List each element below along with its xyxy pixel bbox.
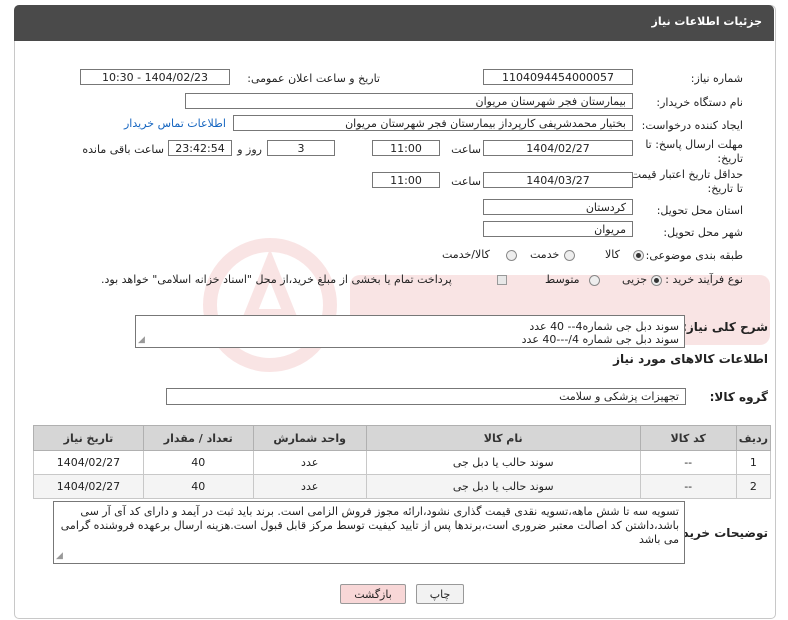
column-header-unit: واحد شمارش: [252, 425, 367, 451]
payment-note: پرداخت تمام یا بخشی از مبلغ خرید،از محل …: [101, 273, 452, 286]
goods-section-title: اطلاعات کالاهای مورد نیاز: [613, 352, 768, 366]
need-number-label: شماره نیاز:: [690, 72, 743, 85]
buyer-notes-text: تسویه سه تا شش ماهه،تسویه نقدی قیمت گذار…: [60, 505, 679, 546]
goods-table: ردیف کد کالا نام کالا واحد شمارش تعداد /…: [33, 425, 772, 499]
description-textarea[interactable]: سوند دبل جی شماره4-- 40 عدد سوند دبل جی …: [135, 315, 685, 348]
city-field: مریوان: [483, 221, 633, 237]
row-qty: 40: [142, 474, 254, 499]
row-date: 1404/02/27: [33, 450, 144, 475]
process-option-medium: متوسط: [545, 273, 580, 286]
need-number-field: 1104094454000057: [483, 69, 633, 85]
row-date: 1404/02/27: [33, 474, 144, 499]
deadline-label-2: تاریخ:: [717, 152, 743, 165]
deadline-time-label: ساعت: [451, 143, 481, 156]
remaining-label: ساعت باقی مانده: [82, 143, 164, 156]
announce-field: 1404/02/23 - 10:30: [80, 69, 230, 85]
deadline-time-field: 11:00: [372, 140, 440, 156]
back-button[interactable]: بازگشت: [340, 584, 406, 604]
row-index: 1: [735, 450, 772, 475]
province-label: استان محل تحویل:: [656, 204, 743, 217]
process-radio-medium[interactable]: [589, 275, 600, 286]
goods-group-field: تجهیزات پزشکی و سلامت: [166, 388, 686, 405]
category-option-goods-service: کالا/خدمت: [442, 248, 490, 261]
panel-header: جزئیات اطلاعات نیاز: [14, 5, 774, 41]
row-qty: 40: [142, 450, 254, 475]
process-radio-minor[interactable]: [651, 275, 662, 286]
goods-table-header: ردیف کد کالا نام کالا واحد شمارش تعداد /…: [33, 425, 772, 451]
print-button[interactable]: چاپ: [416, 584, 464, 604]
table-row: 2 -- سوند حالب یا دبل جی عدد 40 1404/02/…: [33, 474, 772, 499]
page-title: جزئیات اطلاعات نیاز: [651, 15, 763, 28]
column-header-qty: تعداد / مقدار: [142, 425, 254, 451]
days-field: 3: [267, 140, 335, 156]
goods-group-label: گروه کالا:: [709, 390, 768, 404]
row-unit: عدد: [252, 474, 367, 499]
column-header-name: نام کالا: [365, 425, 641, 451]
column-header-code: کد کالا: [639, 425, 737, 451]
resize-handle-icon[interactable]: ◢: [56, 552, 63, 561]
deadline-label-1: مهلت ارسال پاسخ: تا: [645, 138, 743, 151]
row-code: --: [639, 450, 737, 475]
category-label: طبقه بندی موضوعی:: [645, 249, 743, 262]
process-option-minor: جزیی: [622, 273, 648, 286]
validity-time-label: ساعت: [451, 175, 481, 188]
description-label: شرح کلی نیاز:: [682, 320, 768, 334]
row-name: سوند حالب یا دبل جی: [365, 450, 641, 475]
province-field: کردستان: [483, 199, 633, 215]
row-code: --: [639, 474, 737, 499]
announce-label: تاریخ و ساعت اعلان عمومی:: [247, 72, 380, 85]
table-row: 1 -- سوند حالب یا دبل جی عدد 40 1404/02/…: [33, 450, 772, 475]
category-radio-goods-service[interactable]: [506, 250, 517, 261]
creator-field: بختیار محمدشریفی کارپرداز بیمارستان فجر …: [233, 115, 633, 131]
column-header-date: تاریخ نیاز: [33, 425, 144, 451]
category-radio-service[interactable]: [564, 250, 575, 261]
city-label: شهر محل تحویل:: [663, 226, 743, 239]
validity-time-field: 11:00: [372, 172, 440, 188]
remaining-time-field: 23:42:54: [168, 140, 232, 156]
description-line-2: سوند دبل جی شماره 4/---40 عدد: [521, 333, 679, 346]
column-header-row: ردیف: [735, 425, 772, 451]
resize-handle-icon[interactable]: ◢: [138, 336, 145, 345]
days-label: روز و: [237, 143, 262, 156]
treasury-checkbox[interactable]: [497, 275, 507, 285]
creator-label: ایجاد کننده درخواست:: [641, 119, 743, 132]
row-name: سوند حالب یا دبل جی: [365, 474, 641, 499]
validity-label-2: تا تاریخ:: [707, 182, 743, 195]
deadline-date-field: 1404/02/27: [483, 140, 633, 156]
validity-label-1: حداقل تاریخ اعتبار قیمت:: [627, 168, 743, 181]
description-line-1: سوند دبل جی شماره4-- 40 عدد: [529, 320, 679, 333]
process-label: نوع فرآیند خرید :: [665, 273, 743, 286]
buyer-org-label: نام دستگاه خریدار:: [656, 96, 743, 109]
buyer-org-field: بیمارستان فجر شهرستان مریوان: [185, 93, 633, 109]
row-index: 2: [735, 474, 772, 499]
category-option-goods: کالا: [605, 248, 620, 261]
validity-date-field: 1404/03/27: [483, 172, 633, 188]
row-unit: عدد: [252, 450, 367, 475]
category-radio-goods[interactable]: [633, 250, 644, 261]
buyer-notes-textarea[interactable]: تسویه سه تا شش ماهه،تسویه نقدی قیمت گذار…: [53, 501, 685, 564]
category-option-service: خدمت: [530, 248, 560, 261]
contact-buyer-link[interactable]: اطلاعات تماس خریدار: [124, 117, 226, 130]
